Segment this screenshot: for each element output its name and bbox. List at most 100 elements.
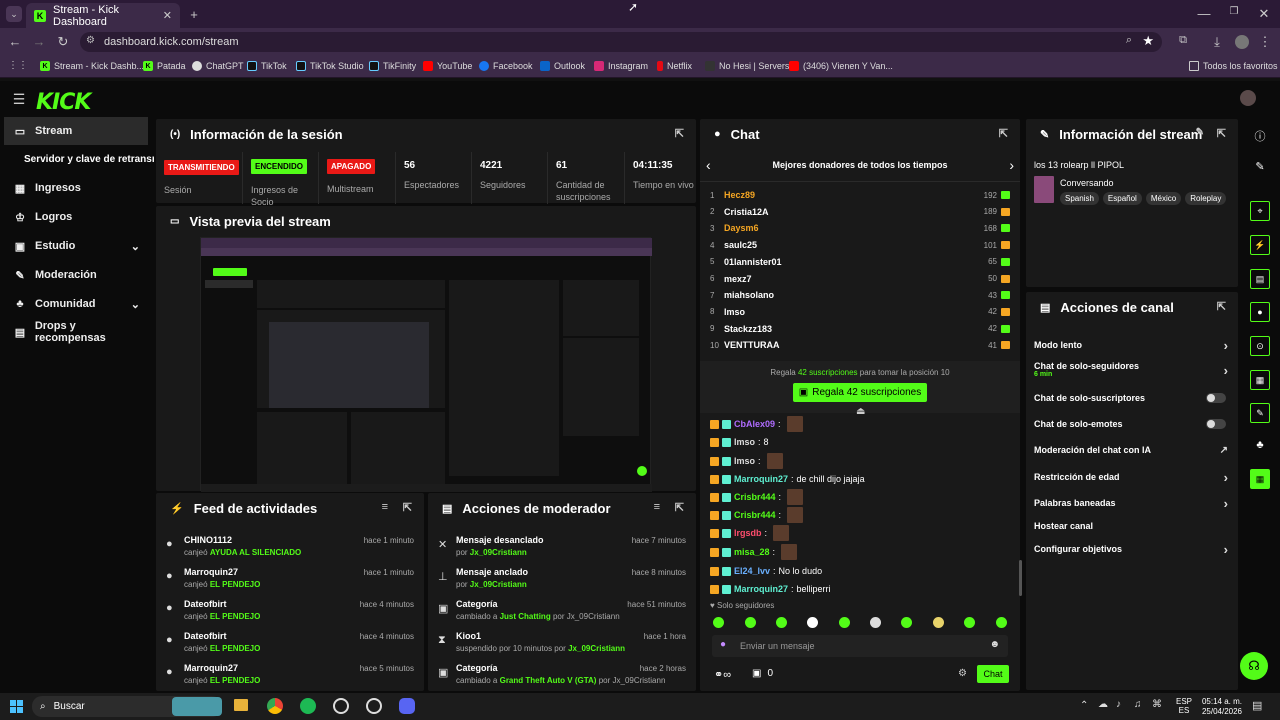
donor-name[interactable]: miahsolano: [724, 290, 988, 300]
new-tab-icon[interactable]: +: [186, 6, 202, 22]
rail-button-broadcast[interactable]: ⊙: [1250, 336, 1270, 356]
popout-icon[interactable]: ⇱: [403, 501, 412, 514]
user-avatar[interactable]: [1240, 90, 1256, 106]
sidebar-item-estudio[interactable]: ▣ Estudio ⌄: [4, 232, 148, 260]
windows-start-icon[interactable]: [10, 700, 23, 713]
mic-icon[interactable]: ●: [720, 639, 726, 650]
mic-icon[interactable]: ♪: [1116, 699, 1121, 710]
gift-subs-button[interactable]: ▣ Regala 42 suscripciones: [793, 383, 927, 402]
donor-name[interactable]: Hecz89: [724, 190, 984, 200]
emotes-only-action[interactable]: Chat de solo-emotes: [1034, 412, 1228, 436]
popout-icon[interactable]: ⇱: [675, 501, 684, 514]
bookmark-item[interactable]: TikTok Studio: [296, 61, 364, 71]
emoji-icon[interactable]: ☻: [989, 639, 1000, 650]
filter-icon[interactable]: ≡: [654, 501, 660, 513]
chat-username[interactable]: lrgsdb: [734, 528, 762, 538]
sidebar-item-logros[interactable]: ♔ Logros: [4, 203, 148, 231]
discord-icon[interactable]: [399, 698, 415, 714]
rail-button-lightning[interactable]: ⚡: [1250, 235, 1270, 255]
all-bookmarks[interactable]: Todos los favoritos: [1189, 61, 1278, 71]
extensions-icon[interactable]: ⧉: [1176, 34, 1190, 47]
info-icon[interactable]: ⓘ: [1252, 128, 1268, 144]
chat-username[interactable]: lmso: [734, 456, 755, 466]
forward-icon[interactable]: →: [32, 34, 46, 49]
rail-button-clipboard[interactable]: ▤: [1250, 269, 1270, 289]
chat-username[interactable]: CbAlex09: [734, 419, 775, 429]
emote-icon[interactable]: [870, 617, 881, 628]
url-field[interactable]: ⚙ dashboard.kick.com/stream ⌕ ★: [80, 32, 1162, 52]
tab-list-icon[interactable]: ⌄: [6, 6, 22, 22]
emote-icon[interactable]: [996, 617, 1007, 628]
apps-grid-icon[interactable]: ⋮⋮: [8, 60, 28, 71]
kick-logo[interactable]: KICK: [36, 90, 91, 115]
emotes-only-toggle[interactable]: [1206, 419, 1226, 429]
reload-icon[interactable]: ↻: [56, 34, 70, 50]
bookmark-item[interactable]: TikTok: [247, 61, 287, 71]
bookmark-star-icon[interactable]: ★: [1142, 33, 1154, 49]
sidebar-item-ingresos[interactable]: ▦ Ingresos: [4, 174, 148, 202]
hamburger-menu-icon[interactable]: ☰: [12, 91, 26, 108]
donor-name[interactable]: mexz7: [724, 274, 988, 284]
popout-icon[interactable]: ⇱: [1217, 127, 1226, 140]
emote-icon[interactable]: [776, 617, 787, 628]
edit-pencil-icon[interactable]: ✎: [1196, 127, 1204, 138]
minimize-icon[interactable]: —: [1196, 6, 1212, 21]
emote-icon[interactable]: [964, 617, 975, 628]
goals-action[interactable]: Configurar objetivos ›: [1034, 537, 1228, 561]
rail-button-chat[interactable]: ●: [1250, 302, 1270, 322]
bookmark-item[interactable]: K Stream - Kick Dashb...: [40, 61, 144, 71]
popout-icon[interactable]: ⇱: [999, 127, 1008, 140]
chat-username[interactable]: misa_28: [734, 547, 770, 557]
community-icon[interactable]: ♣: [1252, 439, 1268, 451]
file-explorer-icon[interactable]: [234, 699, 248, 711]
support-headset-icon[interactable]: ☊: [1240, 652, 1268, 680]
close-window-icon[interactable]: ✕: [1256, 6, 1272, 22]
bookmark-item[interactable]: Netflix: [657, 61, 692, 71]
zoom-icon[interactable]: ⌕: [1126, 34, 1132, 47]
send-chat-button[interactable]: Chat: [977, 665, 1009, 683]
network-icon[interactable]: ⌘: [1152, 699, 1162, 710]
bookmark-item[interactable]: YouTube: [423, 61, 472, 71]
settings-gear-icon[interactable]: ⚙: [958, 668, 967, 679]
chat-username[interactable]: Crisbr444: [734, 510, 776, 520]
banned-words-action[interactable]: Palabras baneadas ›: [1034, 491, 1228, 515]
bookmark-item[interactable]: Outlook: [540, 61, 585, 71]
sidebar-item-drops[interactable]: ▤ Drops y recompensas: [4, 318, 148, 346]
rail-button-active[interactable]: ▦: [1250, 469, 1270, 489]
bookmark-item[interactable]: Instagram: [594, 61, 648, 71]
host-channel-action[interactable]: Hostear canal: [1034, 514, 1228, 538]
clock[interactable]: 05:14 a. m. 25/04/2026: [1198, 697, 1242, 717]
age-restriction-action[interactable]: Restricción de edad ›: [1034, 465, 1228, 489]
close-tab-icon[interactable]: ✕: [163, 9, 172, 22]
bookmark-item[interactable]: K Patada: [143, 61, 186, 71]
donor-name[interactable]: Cristia12A: [724, 207, 984, 217]
donor-name[interactable]: Daysm6: [724, 223, 984, 233]
slow-mode-action[interactable]: Modo lento ›: [1034, 333, 1228, 357]
tray-icon[interactable]: ☁: [1098, 699, 1108, 710]
chat-username[interactable]: El24_lvv: [734, 566, 770, 576]
sidebar-item-moderacion[interactable]: ✎ Moderación: [4, 261, 148, 289]
emote-icon[interactable]: [901, 617, 912, 628]
donor-name[interactable]: 01lannister01: [724, 257, 988, 267]
tray-chevron-icon[interactable]: ⌃: [1080, 700, 1088, 711]
language-indicator[interactable]: ESP ES: [1176, 697, 1192, 715]
chat-username[interactable]: Marroquin27: [734, 584, 788, 594]
sidebar-item-comunidad[interactable]: ♣ Comunidad ⌄: [4, 290, 148, 318]
speaker-icon[interactable]: ♫: [1134, 699, 1142, 710]
edit-icon[interactable]: ✎: [1252, 160, 1268, 173]
restore-icon[interactable]: ❐: [1226, 6, 1242, 17]
bookmark-item[interactable]: No Hesi | Servers: [705, 61, 789, 71]
chat-username[interactable]: lmso: [734, 437, 755, 447]
bookmark-item[interactable]: ChatGPT: [192, 61, 244, 71]
bookmark-item[interactable]: TikFinity: [369, 61, 416, 71]
donor-name[interactable]: Stackzz183: [724, 324, 988, 334]
stream-preview-video[interactable]: [200, 237, 652, 492]
spotify-icon[interactable]: [300, 698, 316, 714]
sidebar-item-stream[interactable]: ▭ Stream: [4, 117, 148, 145]
popout-icon[interactable]: ⇱: [675, 127, 684, 140]
filter-icon[interactable]: ≡: [382, 501, 388, 513]
donor-name[interactable]: saulc25: [724, 240, 984, 250]
chat-input[interactable]: ● Enviar un mensaje ☻: [712, 635, 1008, 657]
chat-username[interactable]: Crisbr444: [734, 492, 776, 502]
bookmark-item[interactable]: (3406) Vienen Y Van...: [789, 61, 893, 71]
